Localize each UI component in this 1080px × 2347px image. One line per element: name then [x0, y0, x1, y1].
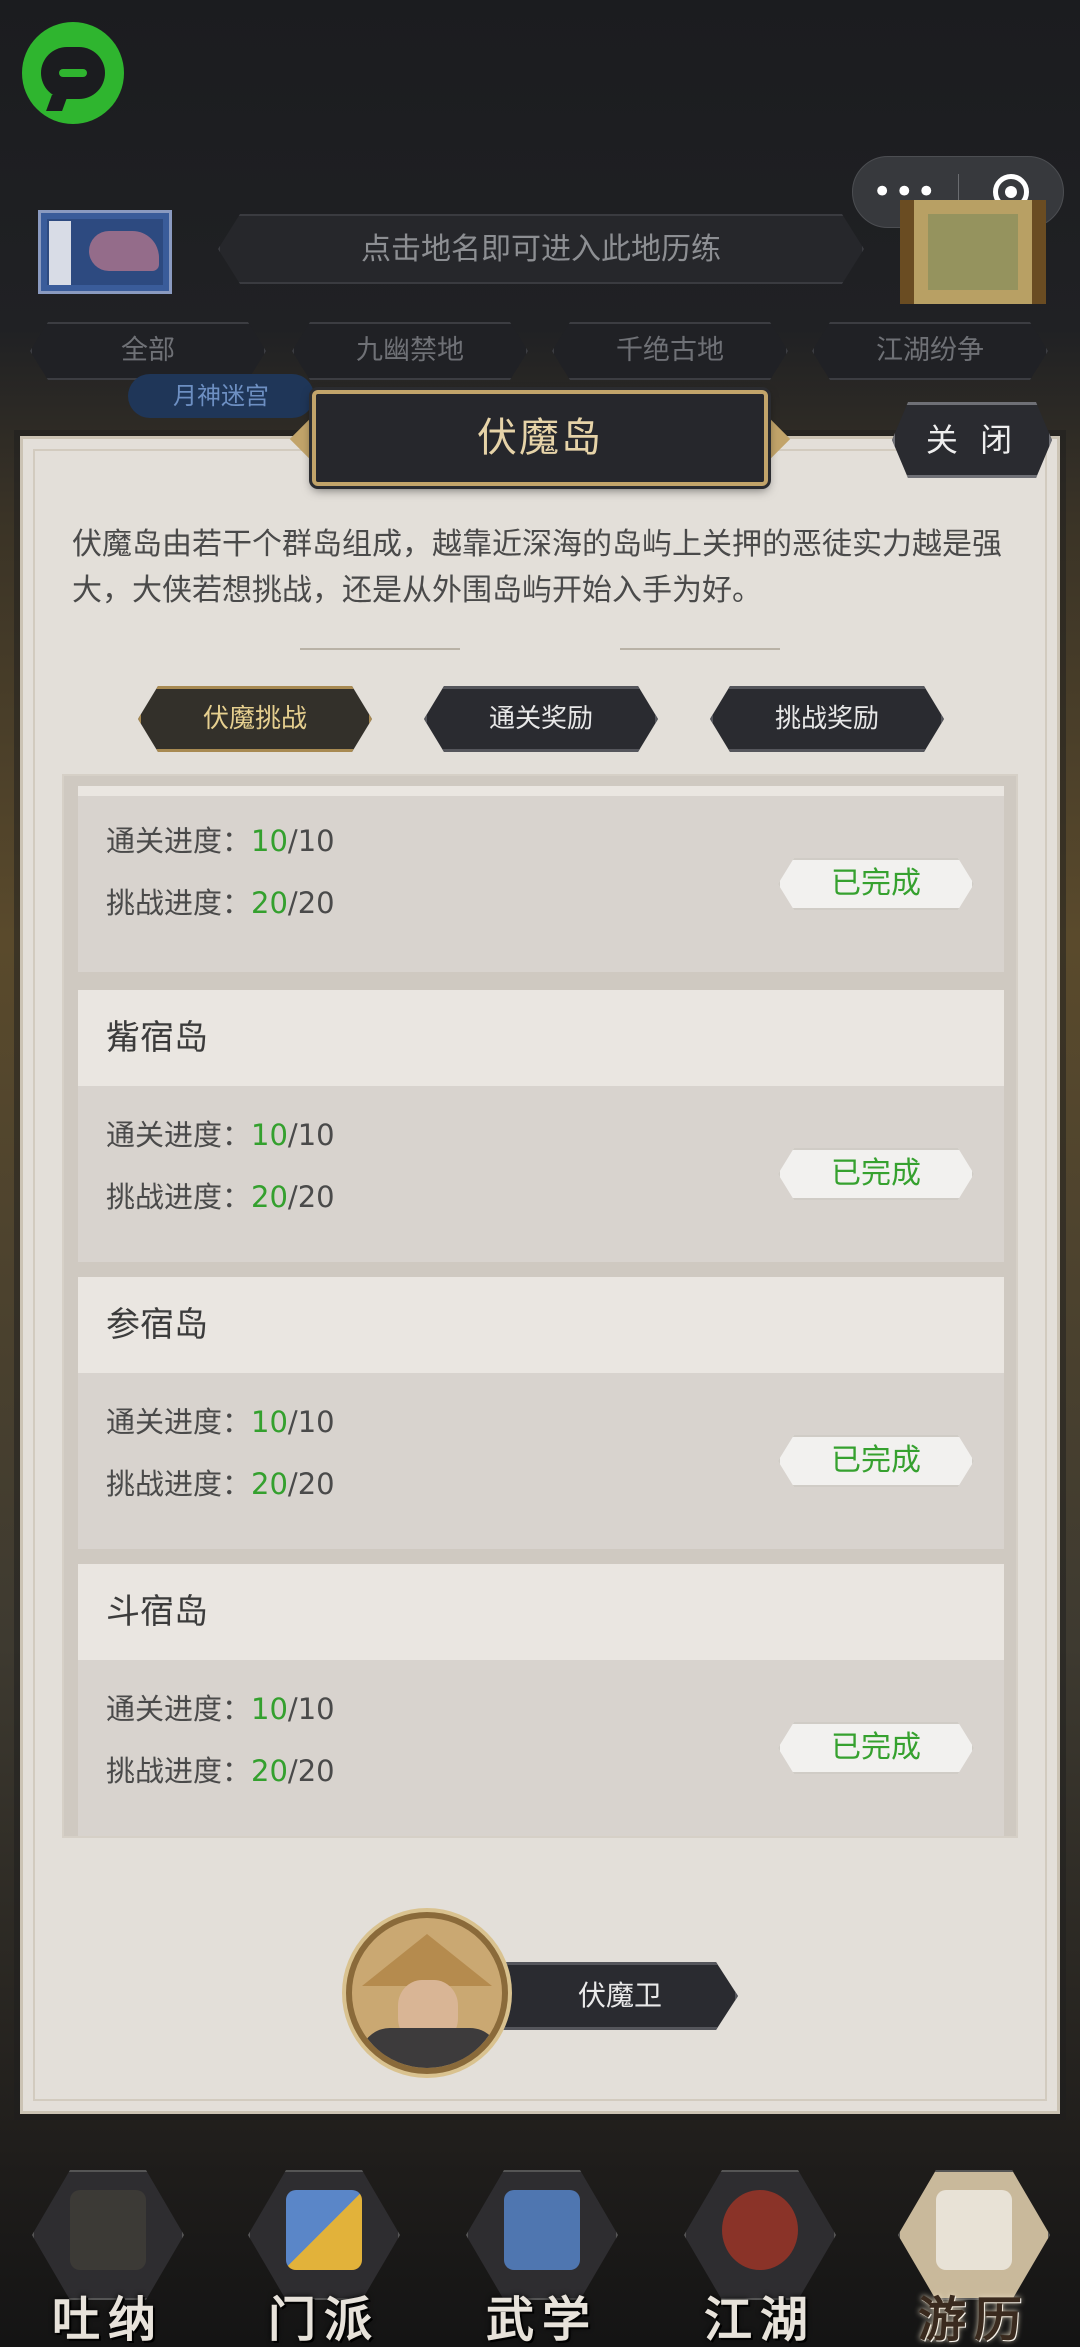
nav-martial-arts[interactable]: 武学 — [444, 2170, 640, 2347]
challenge-progress: 挑战进度：20/20 — [106, 1180, 335, 1214]
category-tab-qianjue[interactable]: 千绝古地 — [552, 322, 788, 380]
island-card[interactable]: 斗宿岛 通关进度：10/10 挑战进度：20/20 已完成 — [78, 1564, 1004, 1836]
category-tab-jianghu[interactable]: 江湖纷争 — [812, 322, 1048, 380]
nav-jianghu[interactable]: 江湖 — [662, 2170, 858, 2347]
nav-sect[interactable]: 门派 — [226, 2170, 422, 2347]
close-button[interactable]: 关 闭 — [892, 402, 1052, 478]
dialog-title: 伏魔岛 — [312, 390, 768, 486]
challenge-progress: 挑战进度：20/20 — [106, 886, 335, 920]
straw-hat-icon — [362, 1934, 492, 1986]
island-card[interactable]: 觜宿岛 通关进度：10/10 挑战进度：20/20 已完成 — [78, 990, 1004, 1262]
completed-badge: 已完成 — [778, 1722, 974, 1774]
game-screen: ••• 点击地名即可进入此地历练 全部 九幽禁地 千绝古地 江湖纷争 月神迷宫 … — [0, 0, 1080, 2347]
island-description: 伏魔岛由若干个群岛组成，越靠近深海的岛屿上关押的恶徒实力越是强大，大侠若想挑战，… — [72, 527, 1002, 608]
sect-icon — [286, 2190, 362, 2270]
nav-label: 游历 — [917, 2292, 1030, 2347]
category-tab-jiuyou[interactable]: 九幽禁地 — [292, 322, 528, 380]
clear-progress: 通关进度：10/10 — [106, 1118, 335, 1152]
tab-clear-rewards[interactable]: 通关奖励 — [424, 686, 658, 752]
challenge-progress: 挑战进度：20/20 — [106, 1467, 335, 1501]
completed-badge: 已完成 — [778, 1148, 974, 1200]
nav-meditation[interactable]: 吐纳 — [10, 2170, 206, 2347]
nav-label: 江湖 — [703, 2292, 816, 2347]
nav-label: 门派 — [267, 2292, 380, 2347]
travel-icon — [936, 2190, 1012, 2270]
island-name: 斗宿岛 — [78, 1564, 1004, 1660]
location-tag-moon-maze[interactable]: 月神迷宫 — [128, 374, 314, 418]
divider-left — [300, 648, 460, 650]
category-tab-all[interactable]: 全部 — [30, 322, 266, 380]
nav-travel[interactable]: 游历 — [876, 2170, 1072, 2347]
journal-book-icon[interactable] — [38, 210, 172, 294]
completed-badge: 已完成 — [778, 858, 974, 910]
map-scroll-icon[interactable] — [900, 200, 1046, 304]
challenge-progress: 挑战进度：20/20 — [106, 1754, 335, 1788]
guard-avatar[interactable] — [346, 1912, 508, 2074]
nav-label: 吐纳 — [51, 2292, 164, 2347]
island-card[interactable]: 参宿岛 通关进度：10/10 挑战进度：20/20 已完成 — [78, 1277, 1004, 1549]
divider-right — [620, 648, 780, 650]
island-list[interactable]: 通关进度：10/10 挑战进度：20/20 已完成 觜宿岛 通关进度：10/10… — [62, 774, 1018, 1838]
clear-progress: 通关进度：10/10 — [106, 1405, 335, 1439]
island-name — [78, 786, 1004, 796]
island-card[interactable]: 通关进度：10/10 挑战进度：20/20 已完成 — [78, 786, 1004, 972]
island-name: 参宿岛 — [78, 1277, 1004, 1373]
jianghu-icon — [722, 2190, 798, 2270]
tab-challenge[interactable]: 伏魔挑战 — [138, 686, 372, 752]
tab-challenge-rewards[interactable]: 挑战奖励 — [710, 686, 944, 752]
completed-badge: 已完成 — [778, 1435, 974, 1487]
nav-label: 武学 — [485, 2292, 598, 2347]
guard-button[interactable]: 伏魔卫 — [502, 1962, 738, 2030]
bottom-nav: 吐纳 门派 武学 江湖 游历 — [0, 2150, 1080, 2347]
map-hint-bar: 点击地名即可进入此地历练 — [218, 214, 864, 284]
clear-progress: 通关进度：10/10 — [106, 1692, 335, 1726]
clear-progress: 通关进度：10/10 — [106, 824, 335, 858]
mini-program-logo-icon — [22, 22, 124, 124]
meditation-icon — [70, 2190, 146, 2270]
martial-arts-icon — [504, 2190, 580, 2270]
island-name: 觜宿岛 — [78, 990, 1004, 1086]
